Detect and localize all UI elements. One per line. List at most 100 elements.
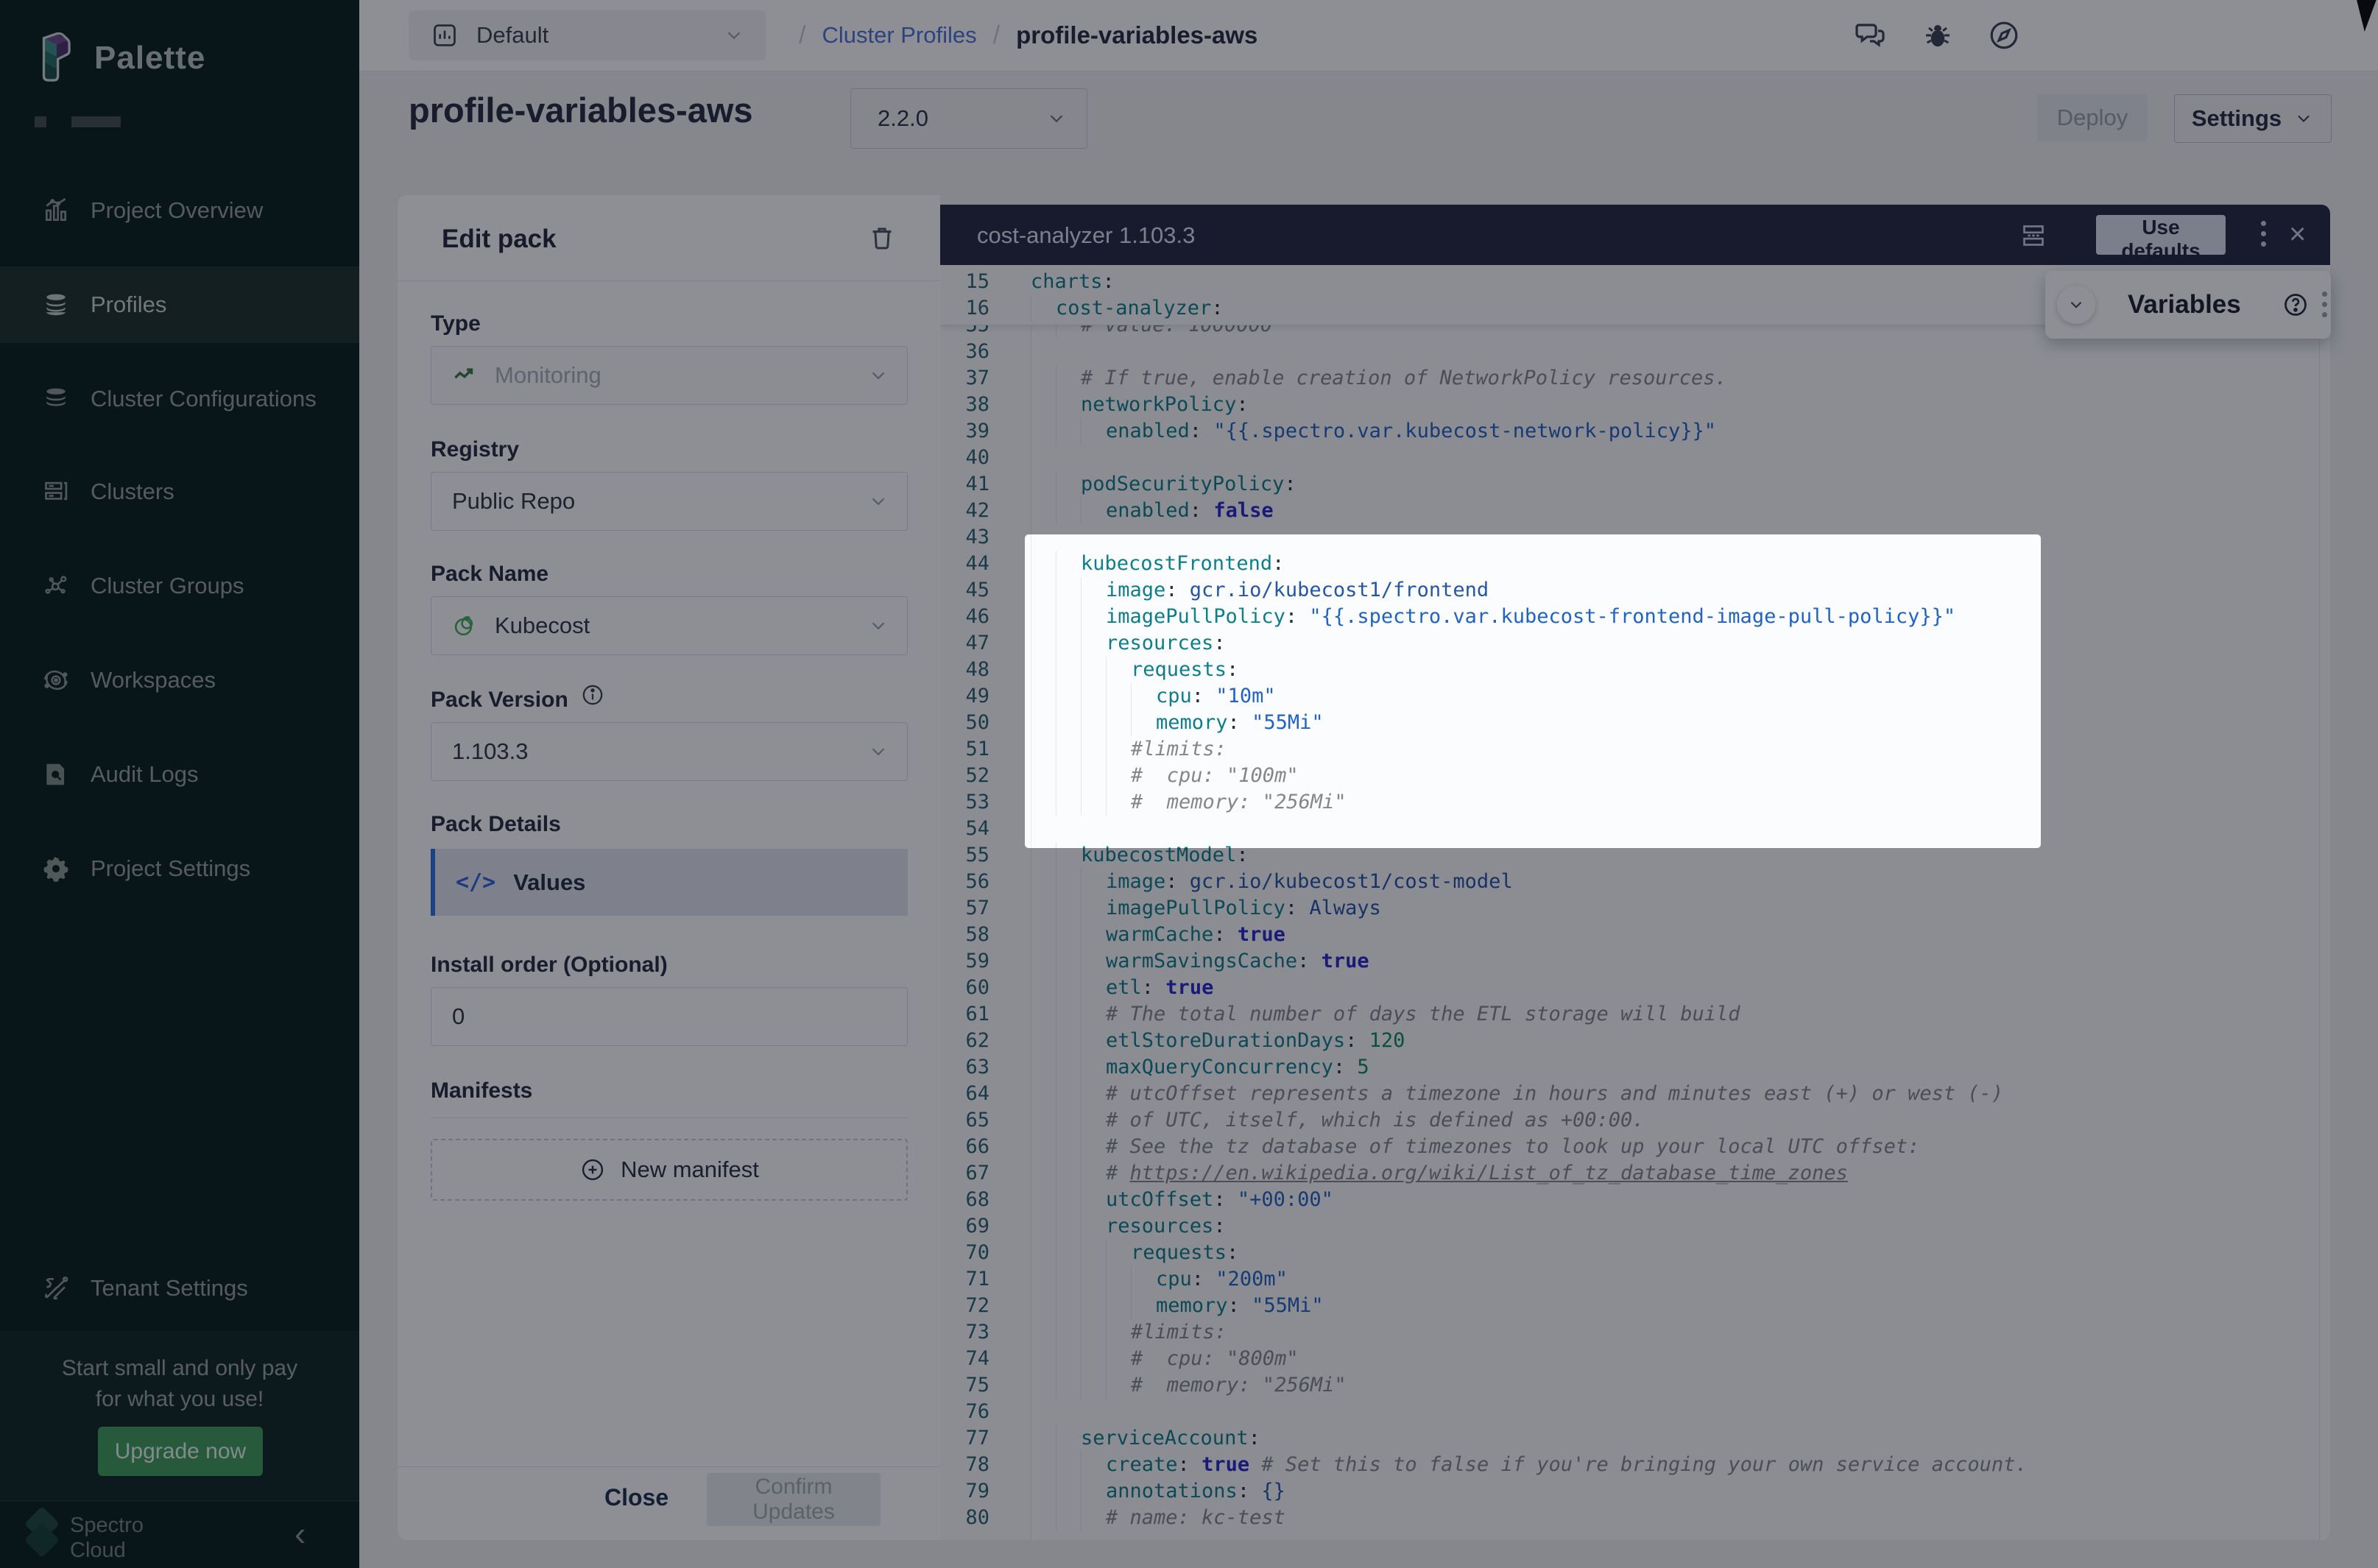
code-line: 46imagePullPolicy: "{{.spectro.var.kubec… [940,604,2330,630]
sidebar-item-workspaces[interactable]: Workspaces [0,642,359,718]
code-editor[interactable]: 35# value: 10000003637# If true, enable … [940,265,2330,1540]
code-line: 64# utcOffset represents a timezone in h… [940,1081,2330,1107]
help-icon[interactable] [2282,292,2309,318]
kebab-menu-icon[interactable] [2257,219,2270,252]
line-number: 65 [940,1107,1010,1134]
monitoring-icon [451,361,479,389]
code-line: 59warmSavingsCache: true [940,948,2330,975]
line-content: annotations: {} [1010,1478,1285,1505]
line-content: utcOffset: "+00:00" [1010,1187,1333,1213]
dashboard-icon [431,21,459,49]
sidebar-item-label: Clusters [91,478,174,505]
chevron-down-icon [2293,108,2314,129]
variables-title: Variables [2128,290,2241,319]
brand-name-line1: Spectro [70,1513,144,1538]
line-content: #limits: [1010,736,1227,763]
line-number: 58 [940,922,1010,948]
editor-header: cost-analyzer 1.103.3 Use defaults × [940,205,2330,265]
pack-name-select[interactable]: Kubecost [431,596,908,655]
line-content: warmSavingsCache: true [1010,948,1369,975]
line-number: 68 [940,1187,1010,1213]
line-content: enabled: false [1010,498,1274,524]
sidebar-item-cluster-configurations[interactable]: Cluster Configurations [0,361,359,437]
line-number: 73 [940,1319,1010,1346]
line-number: 49 [940,683,1010,710]
line-content: cost-analyzer: [1010,295,1224,322]
line-number: 67 [940,1160,1010,1187]
sidebar-item-tenant-settings[interactable]: Tenant Settings [0,1250,359,1327]
settings-label: Settings [2192,105,2282,132]
line-number: 54 [940,816,1010,842]
line-number: 62 [940,1028,1010,1054]
palette-logo: Palette [35,32,205,84]
page-title: profile-variables-aws [409,90,753,130]
install-order-value: 0 [452,1003,465,1030]
chevron-down-icon [723,24,745,46]
sidebar-item-cluster-groups[interactable]: Cluster Groups [0,548,359,624]
sidebar-item-project-overview[interactable]: Project Overview [0,172,359,249]
code-lines: 35# value: 10000003637# If true, enable … [940,312,2330,1531]
deploy-button[interactable]: Deploy [2037,94,2148,141]
chat-icon[interactable] [1852,18,1888,53]
code-line: 76 [940,1399,2330,1425]
line-number: 42 [940,498,1010,524]
line-content: imagePullPolicy: Always [1010,895,1381,922]
line-content: warmCache: true [1010,922,1285,948]
trash-icon[interactable] [867,223,897,252]
line-content: # See the tz database of timezones to lo… [1010,1134,1919,1160]
divider [398,280,940,281]
close-icon[interactable]: × [2289,216,2306,252]
pack-name-label: Pack Name [431,562,548,587]
sidebar-item-project-settings[interactable]: Project Settings [0,830,359,907]
code-line: 79annotations: {} [940,1478,2330,1505]
compass-icon[interactable] [1986,18,2022,53]
line-number: 47 [940,630,1010,657]
line-number: 69 [940,1213,1010,1240]
install-order-field[interactable]: 0 [431,987,908,1046]
pack-version-select[interactable]: 1.103.3 [431,722,908,781]
line-content: create: true # Set this to false if you'… [1010,1452,2028,1478]
line-number: 59 [940,948,1010,975]
line-content: serviceAccount: [1010,1425,1260,1452]
code-line: 66# See the tz database of timezones to … [940,1134,2330,1160]
layers-icon [42,385,70,413]
use-defaults-button[interactable]: Use defaults [2096,215,2226,255]
pack-details-values-item[interactable]: </> Values [431,849,908,916]
line-content: resources: [1010,1213,1226,1240]
line-content [1010,1399,1031,1425]
version-select[interactable]: 2.2.0 [850,88,1087,149]
diff-view-icon[interactable] [2019,221,2048,250]
breadcrumb-link-cluster-profiles[interactable]: Cluster Profiles [822,22,976,49]
project-selector[interactable]: Default [409,10,766,60]
line-content: podSecurityPolicy: [1010,471,1296,498]
line-number: 56 [940,869,1010,895]
line-number: 71 [940,1266,1010,1293]
bar-chart-icon [42,197,70,225]
kebab-menu-icon[interactable] [2319,289,2329,322]
code-line: 77serviceAccount: [940,1425,2330,1452]
sidebar-item-clusters[interactable]: Clusters [0,453,359,530]
close-button[interactable]: Close [600,1483,673,1512]
code-line: 47resources: [940,630,2330,657]
code-line: 71cpu: "200m" [940,1266,2330,1293]
line-content: #limits: [1010,1319,1227,1346]
settings-button[interactable]: Settings [2174,94,2332,143]
confirm-updates-button[interactable]: Confirm Updates [707,1473,881,1526]
bug-icon[interactable] [1920,18,1955,53]
code-line: 73#limits: [940,1319,2330,1346]
line-content: requests: [1010,657,1238,683]
line-content: # cpu: "100m" [1010,763,1299,789]
line-content: # name: kc-test [1010,1505,1285,1531]
upgrade-now-button[interactable]: Upgrade now [98,1427,263,1476]
sidebar-item-profiles[interactable]: Profiles [0,266,359,343]
line-number: 52 [940,763,1010,789]
redacted-block [71,116,121,127]
sidebar-collapse-chevron[interactable]: ‹ [294,1514,306,1553]
pack-version-label: Pack Version [431,688,568,713]
line-number: 36 [940,339,1010,365]
registry-select[interactable]: Public Repo [431,472,908,531]
variables-collapse-button[interactable] [2057,286,2095,324]
sidebar-item-audit-logs[interactable]: Audit Logs [0,736,359,813]
sidebar-item-label: Profiles [91,292,166,318]
new-manifest-button[interactable]: New manifest [431,1139,908,1201]
